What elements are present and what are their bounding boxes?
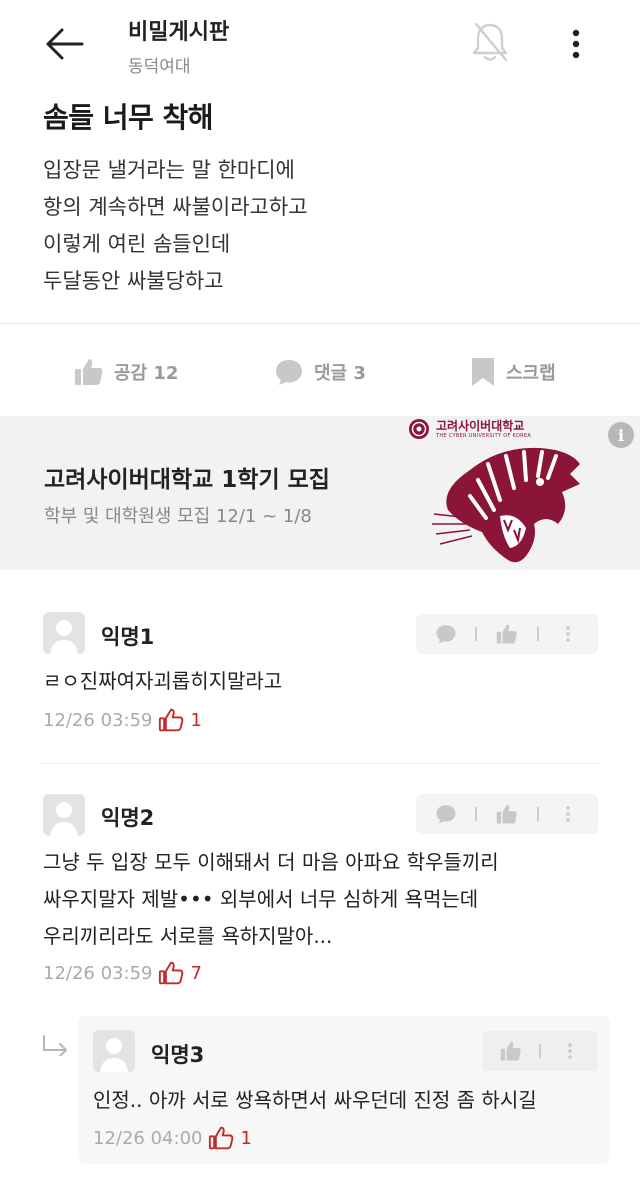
comment-text: ㄹㅇ진짜여자괴롭히지말라고 <box>43 669 283 693</box>
divider <box>0 323 640 324</box>
bookmark-icon <box>472 358 494 386</box>
post-body-line: 항의 계속하면 싸불이라고하고 <box>43 195 308 219</box>
thumbs-up-icon <box>500 1041 521 1061</box>
avatar <box>93 1030 135 1072</box>
comment-action-box <box>482 1031 598 1071</box>
reply-arrow-icon <box>40 1034 70 1060</box>
avatar <box>43 612 85 654</box>
board-school: 동덕여대 <box>128 57 191 77</box>
user-silhouette-icon <box>50 620 78 654</box>
post-body: 입장문 낼거라는 말 한마디에 항의 계속하면 싸불이라고하고 이렇게 여린 솜… <box>43 152 603 300</box>
thumbs-up-outline-icon <box>159 961 184 985</box>
comment-text: 그냥 두 입장 모두 이해돼서 더 마음 아파요 학우들끼리 <box>43 850 499 874</box>
like-count: 공감 12 <box>114 363 179 384</box>
ad-subtitle: 학부 및 대학원생 모집 12/1 ~ 1/8 <box>44 506 312 527</box>
avatar <box>43 794 85 836</box>
post-body-line: 이렇게 여린 솜들인데 <box>43 232 231 256</box>
comment-time: 12/26 04:00 <box>93 1127 203 1149</box>
comment-like-button[interactable] <box>477 614 536 654</box>
ad-info-button[interactable]: i <box>608 422 634 448</box>
bell-off-icon <box>472 22 508 62</box>
comment-vote-count: 1 <box>240 1127 252 1149</box>
comment-author: 익명3 <box>151 1043 205 1067</box>
post-body-line: 두달동안 싸불당하고 <box>43 269 224 293</box>
thumbs-up-outline-icon <box>159 708 184 732</box>
comment-author: 익명2 <box>101 806 155 830</box>
more-vertical-icon <box>566 806 571 822</box>
more-vertical-icon <box>572 29 580 59</box>
comment-more-button[interactable] <box>541 1031 598 1071</box>
post-title: 솜들 너무 착해 <box>43 101 214 134</box>
speech-bubble-icon <box>276 360 302 385</box>
thumbs-up-outline-icon <box>209 1126 234 1150</box>
ad-university-logo: 고려사이버대학교 THE CYBER UNIVERSITY OF KOREA <box>408 418 531 440</box>
comment-meta: 12/26 04:00 1 <box>93 1126 252 1150</box>
like-button[interactable]: 공감 12 <box>74 350 178 394</box>
comment-more-button[interactable] <box>539 614 598 654</box>
comment-meta: 12/26 03:59 1 <box>43 708 202 732</box>
comment-like-button[interactable] <box>477 794 536 834</box>
scrap-button[interactable]: 스크랩 <box>470 350 556 394</box>
comment-count: 댓글 3 <box>314 363 366 384</box>
comment-like-button[interactable] <box>482 1031 539 1071</box>
user-silhouette-icon <box>50 802 78 836</box>
user-silhouette-icon <box>100 1038 128 1072</box>
back-button[interactable] <box>40 22 88 66</box>
arrow-left-icon <box>46 28 84 60</box>
comment-time: 12/26 03:59 <box>43 962 153 984</box>
comment-more-button[interactable] <box>539 794 598 834</box>
thumbs-up-icon <box>75 359 103 385</box>
board-title: 비밀게시판 <box>128 20 230 45</box>
more-vertical-icon <box>567 1043 572 1059</box>
tiger-illustration <box>430 440 582 572</box>
ad-logo-subtext: THE CYBER UNIVERSITY OF KOREA <box>436 432 532 439</box>
comment-action-box <box>416 794 598 834</box>
notification-button[interactable] <box>466 18 514 66</box>
more-options-button[interactable] <box>556 22 596 66</box>
comment-text: 싸우지말자 제발••• 외부에서 너무 심하게 욕먹는데 <box>43 887 479 911</box>
thumbs-up-icon <box>496 624 517 644</box>
comment-vote-count: 7 <box>190 962 202 984</box>
comment-author: 익명1 <box>101 625 155 649</box>
scrap-label: 스크랩 <box>506 363 556 384</box>
post-body-line: 입장문 낼거라는 말 한마디에 <box>43 158 295 182</box>
comment-meta: 12/26 03:59 7 <box>43 961 202 985</box>
reply-button[interactable] <box>416 794 475 834</box>
ad-title: 고려사이버대학교 1학기 모집 <box>44 467 330 493</box>
reply-button[interactable] <box>416 614 475 654</box>
more-vertical-icon <box>566 626 571 642</box>
thumbs-up-icon <box>496 804 517 824</box>
comment-button[interactable]: 댓글 3 <box>274 350 366 394</box>
comment-action-box <box>416 614 598 654</box>
speech-bubble-icon <box>436 625 456 644</box>
speech-bubble-icon <box>436 805 456 824</box>
ad-logo-text: 고려사이버대학교 <box>436 418 525 433</box>
comment-text: 인정.. 아까 서로 쌍욕하면서 싸우던데 진정 좀 하시길 <box>93 1088 537 1112</box>
university-emblem-icon <box>409 419 429 439</box>
comment-vote-count: 1 <box>190 709 202 731</box>
divider <box>40 763 598 764</box>
comment-time: 12/26 03:59 <box>43 709 153 731</box>
comment-text: 우리끼리라도 서로를 욕하지말아... <box>43 924 333 948</box>
